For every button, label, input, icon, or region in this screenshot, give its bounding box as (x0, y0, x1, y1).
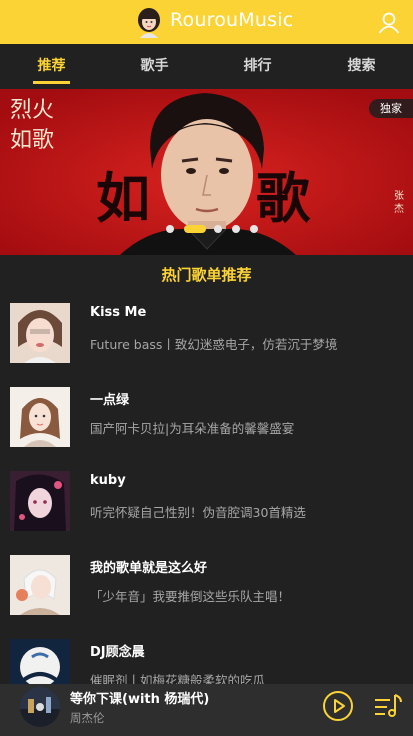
playlist-list: Kiss Me Future bass丨致幻迷惑电子，仿若沉于梦境 一点绿 国产… (0, 290, 413, 684)
playlist-name: 一点绿 (90, 393, 130, 408)
album-art (20, 687, 60, 727)
banner-side-text-1: 烈火 (10, 98, 54, 123)
play-icon[interactable] (322, 690, 354, 722)
list-item[interactable]: DJ顾念晨 催眠剂丨如梅花糖般柔软的吃瓜 (0, 626, 413, 684)
list-item[interactable]: 一点绿 国产阿卡贝拉|为耳朵准备的馨馨盛宴 (0, 374, 413, 458)
banner-title-right: 歌 (256, 166, 311, 230)
banner-title-left: 如 (96, 166, 150, 230)
banner-singer-2: 杰 (394, 203, 404, 215)
playlist-name: DJ顾念晨 (90, 645, 145, 660)
carousel-dot[interactable] (250, 225, 258, 233)
playlist-desc: 催眠剂丨如梅花糖般柔软的吃瓜 (90, 673, 266, 684)
playlist-desc: Future bass丨致幻迷惑电子，仿若沉于梦境 (90, 337, 338, 352)
list-item[interactable]: 我的歌单就是这么好 「少年音」我要推倒这些乐队主唱！ (0, 542, 413, 626)
tab-singers[interactable]: 歌手 (103, 44, 206, 89)
user-icon[interactable] (377, 10, 401, 34)
playlist-desc: 听完怀疑自己性别！伪音腔调30首精选 (90, 505, 306, 520)
playlist-cover (10, 387, 70, 447)
banner-artwork: 烈火 如歌 如 歌 张 杰 (0, 89, 413, 255)
current-song-artist: 周杰伦 (70, 711, 105, 725)
banner-side-text-2: 如歌 (10, 128, 54, 153)
playlist-name: kuby (90, 473, 126, 488)
playlist-cover (10, 639, 70, 684)
banner-singer-1: 张 (394, 190, 404, 202)
playlist-desc: 国产阿卡贝拉|为耳朵准备的馨馨盛宴 (90, 421, 295, 436)
banner-carousel[interactable]: 烈火 如歌 如 歌 张 杰 独家 (0, 89, 413, 255)
playlist-name: 我的歌单就是这么好 (90, 561, 208, 576)
carousel-dot[interactable] (166, 225, 174, 233)
playlist-name: Kiss Me (90, 305, 147, 320)
current-song-title: 等你下课(with 杨瑞代) (70, 692, 210, 707)
logo-avatar-icon (138, 8, 160, 38)
tab-ranking[interactable]: 排行 (206, 44, 309, 89)
playlist-queue-icon[interactable] (373, 692, 403, 720)
active-tab-indicator (33, 81, 70, 84)
mini-player[interactable]: 等你下课(with 杨瑞代) 周杰伦 (0, 684, 413, 736)
nav-tabs: 推荐 歌手 排行 搜索 (0, 44, 413, 89)
app-title: RourouMusic (170, 9, 294, 31)
tab-search[interactable]: 搜索 (310, 44, 413, 89)
section-title: 热门歌单推荐 (161, 266, 252, 284)
carousel-dot[interactable] (232, 225, 240, 233)
app-header: RourouMusic (0, 0, 413, 44)
playlist-cover (10, 471, 70, 531)
carousel-dot-active[interactable] (184, 225, 206, 233)
playlist-cover (10, 303, 70, 363)
playlist-cover (10, 555, 70, 615)
list-item[interactable]: Kiss Me Future bass丨致幻迷惑电子，仿若沉于梦境 (0, 290, 413, 374)
playlist-desc: 「少年音」我要推倒这些乐队主唱！ (90, 589, 291, 604)
list-item[interactable]: kuby 听完怀疑自己性别！伪音腔调30首精选 (0, 458, 413, 542)
exclusive-badge: 独家 (369, 99, 413, 118)
carousel-dot[interactable] (214, 225, 222, 233)
